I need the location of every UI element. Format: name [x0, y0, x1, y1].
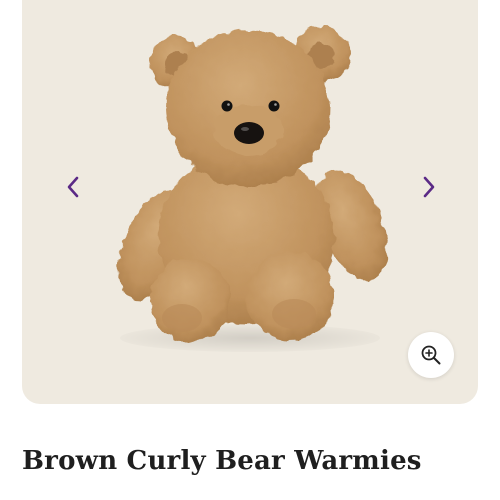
next-image-button[interactable]: [414, 170, 444, 204]
zoom-in-icon: [421, 345, 441, 365]
chevron-left-icon: [67, 176, 79, 198]
product-title: Brown Curly Bear Warmies: [22, 446, 422, 476]
previous-image-button[interactable]: [58, 170, 88, 204]
product-image-gallery: [22, 0, 478, 404]
chevron-right-icon: [423, 176, 435, 198]
zoom-button[interactable]: [408, 332, 454, 378]
